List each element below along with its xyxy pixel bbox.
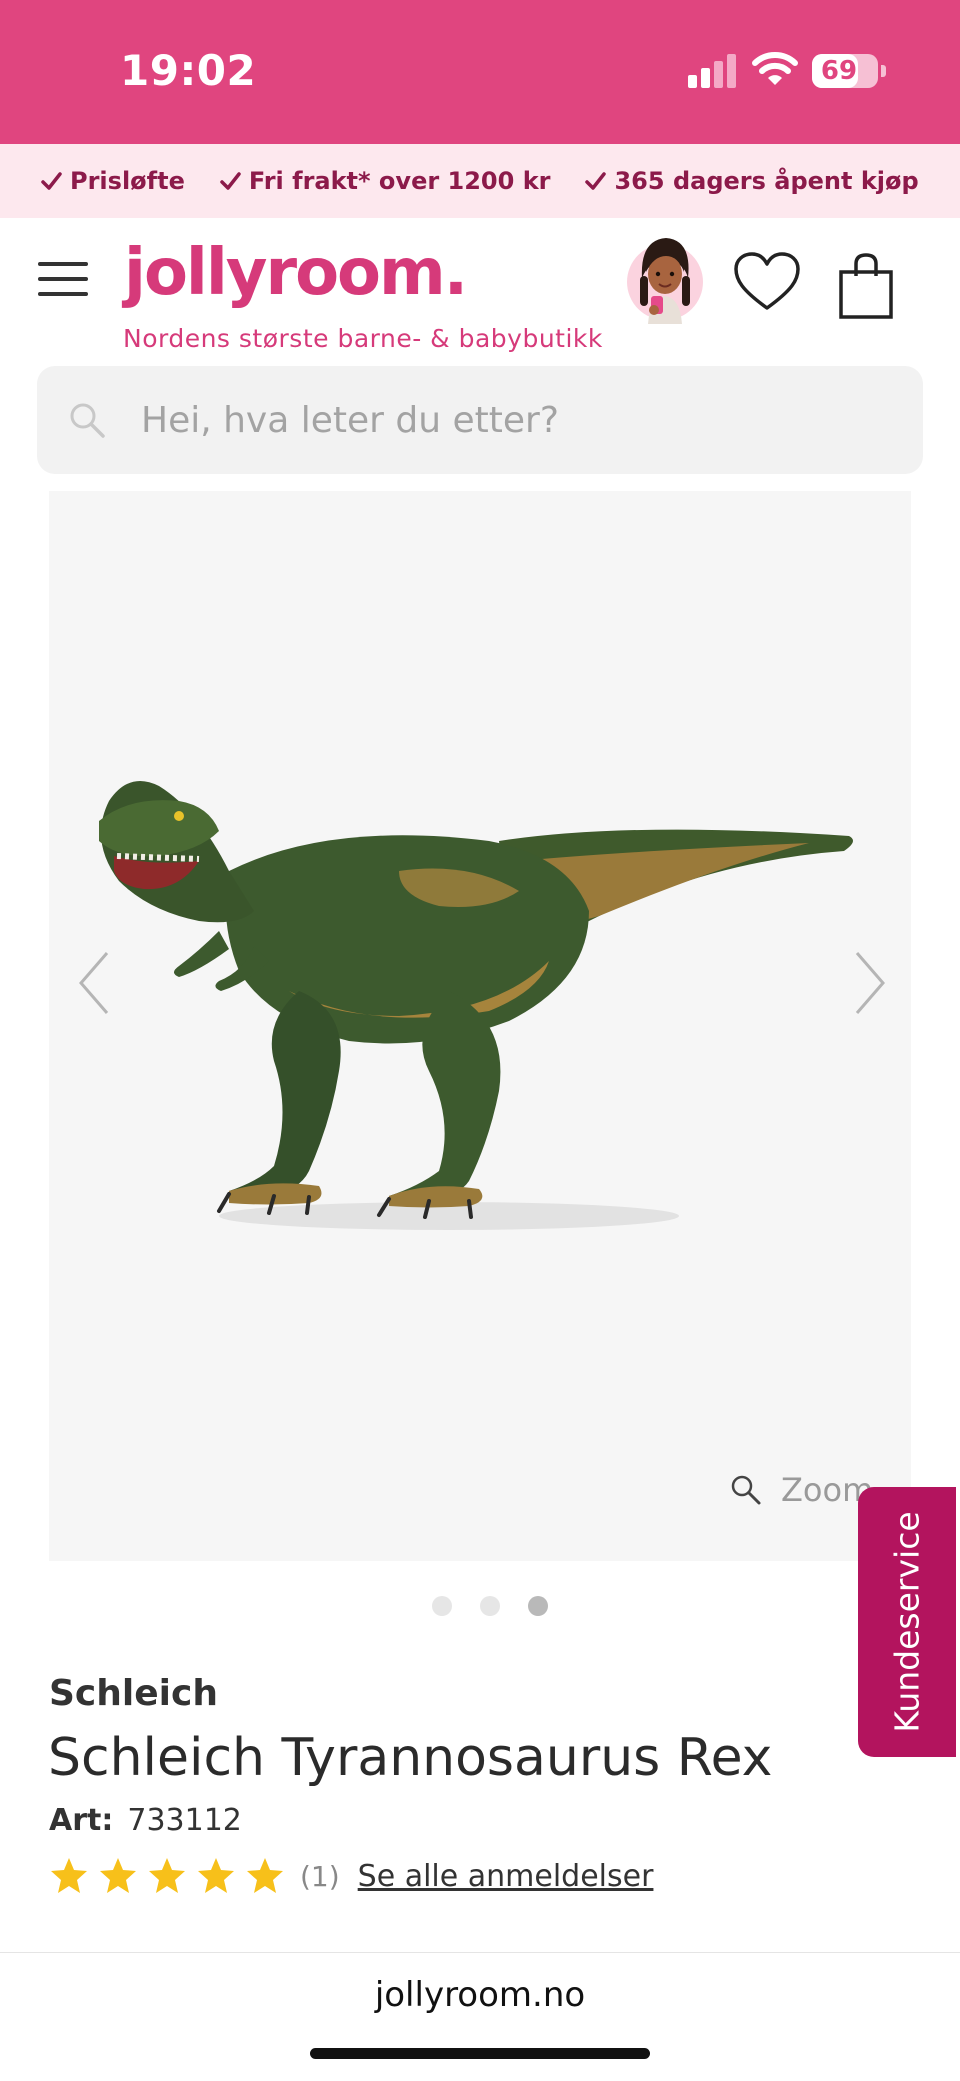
- battery-level: 69: [820, 56, 858, 86]
- url-text[interactable]: jollyroom.no: [0, 1975, 960, 2015]
- check-icon: [41, 172, 62, 190]
- zoom-button[interactable]: Zoom: [729, 1471, 873, 1509]
- usp-item: Fri frakt* over 1200 kr: [219, 167, 551, 195]
- usp-bar: Prisløfte Fri frakt* over 1200 kr 365 da…: [0, 144, 960, 218]
- usp-label: Fri frakt* over 1200 kr: [248, 167, 551, 195]
- article-label: Art:: [49, 1803, 114, 1838]
- customer-service-label: Kundeservice: [887, 1511, 927, 1733]
- see-all-reviews-link[interactable]: Se alle anmeldelser: [358, 1859, 654, 1894]
- signal-icon: [688, 52, 738, 88]
- star-icon: [247, 1858, 283, 1893]
- home-indicator[interactable]: [310, 2048, 650, 2059]
- check-icon: [585, 172, 607, 190]
- pagination-dot-active[interactable]: [528, 1596, 548, 1616]
- product-brand[interactable]: Schleich: [49, 1673, 218, 1714]
- usp-label: 365 dagers åpent kjøp: [614, 167, 919, 195]
- chevron-left-icon[interactable]: [69, 943, 119, 1023]
- product-image: [99, 781, 853, 1230]
- wifi-icon: [752, 52, 798, 85]
- review-count: (1): [300, 1859, 340, 1893]
- search-icon: [70, 403, 105, 438]
- battery-icon: 69: [812, 54, 886, 88]
- status-bar: 19:02 69: [0, 0, 960, 144]
- product-rating: (1) Se alle anmeldelser: [49, 1856, 653, 1896]
- customer-service-tab[interactable]: Kundeservice: [858, 1487, 956, 1757]
- browser-url-bar[interactable]: jollyroom.no: [0, 1952, 960, 2081]
- check-icon: [220, 172, 241, 190]
- product-gallery[interactable]: Zoom: [49, 491, 911, 1561]
- status-time: 19:02: [120, 46, 257, 95]
- usp-item: 365 dagers åpent kjøp: [584, 167, 919, 195]
- assistant-avatar[interactable]: [626, 232, 704, 324]
- search-input[interactable]: [141, 366, 901, 474]
- article-value: 733112: [127, 1803, 242, 1838]
- usp-label: Prisløfte: [70, 167, 185, 195]
- search-bar[interactable]: [37, 366, 923, 474]
- zoom-icon: [731, 1475, 761, 1505]
- star-icon: [149, 1858, 185, 1893]
- gallery-pagination: [432, 1596, 548, 1616]
- star-icon: [51, 1858, 87, 1893]
- article-number: Art: 733112: [49, 1803, 242, 1838]
- site-tagline: Nordens største barne- & babybutikk: [123, 324, 603, 353]
- heart-icon[interactable]: [732, 250, 802, 314]
- site-logo[interactable]: jollyroom.: [124, 236, 468, 310]
- menu-icon[interactable]: [38, 262, 88, 296]
- product-title: Schleich Tyrannosaurus Rex: [48, 1728, 773, 1788]
- pagination-dot[interactable]: [432, 1596, 452, 1616]
- shopping-bag-icon[interactable]: [838, 252, 894, 320]
- chevron-right-icon[interactable]: [845, 943, 895, 1023]
- star-icon: [100, 1858, 136, 1893]
- pagination-dot[interactable]: [480, 1596, 500, 1616]
- usp-item: Prisløfte: [40, 167, 185, 195]
- star-icon: [198, 1858, 234, 1893]
